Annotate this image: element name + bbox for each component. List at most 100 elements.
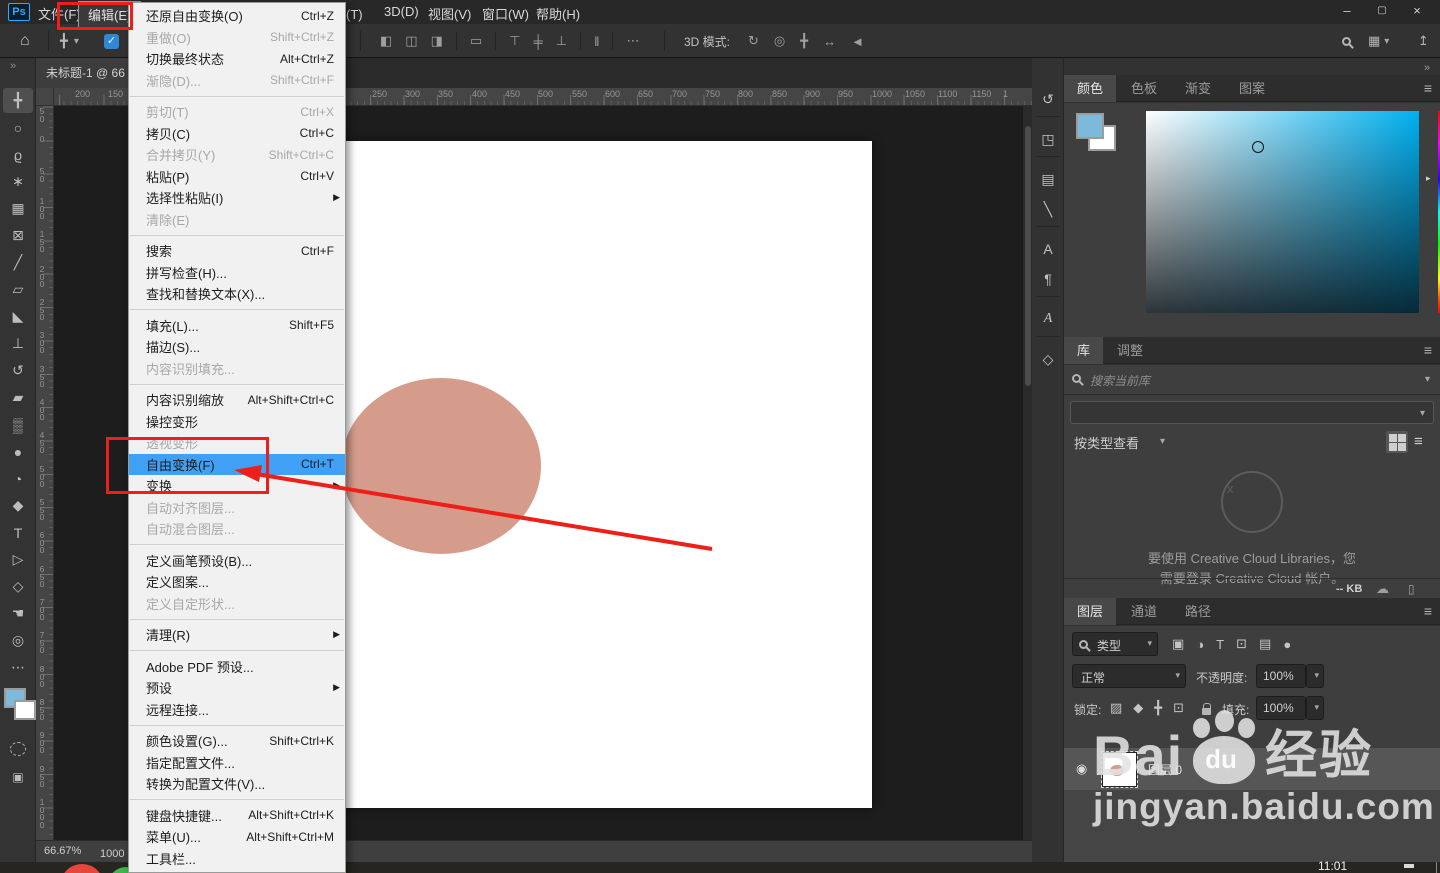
move-tool[interactable]: ╋ bbox=[3, 88, 33, 113]
menu-item-6[interactable]: 拷贝(C) Ctrl+C bbox=[129, 123, 345, 145]
share-button[interactable]: ↥ bbox=[1418, 24, 1429, 58]
cloud-sync-icon[interactable]: ☁ bbox=[1376, 581, 1389, 597]
menu-item-43[interactable]: 菜单(U)... Alt+Shift+Ctrl+M bbox=[129, 826, 345, 848]
align-top-icon[interactable]: ⊤ bbox=[509, 33, 520, 49]
menu-item-5[interactable]: 剪切(T) Ctrl+X bbox=[129, 101, 345, 123]
grid-view-icon[interactable] bbox=[1386, 431, 1408, 453]
menu-item-9[interactable]: 选择性粘贴(I) ▶ bbox=[129, 187, 345, 209]
more-options-icon[interactable]: ⋯ bbox=[626, 33, 639, 49]
menu-item-40[interactable]: 转换为配置文件(V)... bbox=[129, 773, 345, 795]
brush-tool[interactable]: ◣ bbox=[3, 304, 33, 329]
foreground-color-swatch[interactable] bbox=[1076, 113, 1104, 139]
list-view-icon[interactable]: ≡ bbox=[1414, 433, 1423, 450]
path-select-tool[interactable]: ▷ bbox=[3, 547, 33, 572]
threed-panel-icon[interactable]: ◇ bbox=[1032, 346, 1064, 372]
layers-tab-图层[interactable]: 图层 bbox=[1064, 598, 1117, 625]
scrollbar-thumb[interactable] bbox=[1025, 126, 1031, 386]
menu-item-7[interactable]: 合并拷贝(Y) Shift+Ctrl+C bbox=[129, 144, 345, 166]
layers-tab-路径[interactable]: 路径 bbox=[1172, 598, 1224, 625]
history-panel-icon[interactable]: ↺ bbox=[1032, 86, 1064, 112]
clone-stamp-tool[interactable]: ⊥ bbox=[3, 331, 33, 356]
filter-pin-icon[interactable]: ● bbox=[1283, 637, 1291, 652]
menu-item-13[interactable]: 拼写检查(H)... bbox=[129, 262, 345, 284]
opacity-dropdown-button[interactable]: ▾ bbox=[1306, 664, 1324, 688]
layers-tab-通道[interactable]: 通道 bbox=[1118, 598, 1170, 625]
menu-item-10[interactable]: 清除(E) bbox=[129, 209, 345, 231]
toolbar-expand-icon[interactable]: » bbox=[10, 60, 16, 72]
character-panel-icon[interactable]: A bbox=[1032, 236, 1064, 262]
layer-filter-type-select[interactable]: 类型 ▾ bbox=[1072, 632, 1158, 656]
tool-options-ellipsis[interactable]: ⋯ bbox=[3, 655, 33, 680]
search-button[interactable] bbox=[1342, 24, 1351, 58]
menu-item-20[interactable]: 内容识别缩放 Alt+Shift+Ctrl+C bbox=[129, 389, 345, 411]
align-left-icon[interactable]: ◧ bbox=[380, 33, 392, 49]
menu-item-3[interactable]: 渐隐(D)... Shift+Ctrl+F bbox=[129, 70, 345, 92]
filter-type-icon[interactable]: T bbox=[1216, 637, 1224, 652]
filter-adjustment-icon[interactable]: ◑ bbox=[1196, 637, 1204, 652]
align-center-icon[interactable]: ◫ bbox=[405, 33, 417, 49]
close-button[interactable]: × bbox=[1402, 0, 1432, 24]
menu-item-1[interactable]: 重做(O) Shift+Ctrl+Z bbox=[129, 27, 345, 49]
properties-panel-icon[interactable]: ◳ bbox=[1032, 126, 1064, 152]
pen-tool[interactable]: ◆ bbox=[3, 493, 33, 518]
hand-tool[interactable]: ☚ bbox=[3, 601, 33, 626]
align-bottom-icon[interactable]: ⊥ bbox=[556, 33, 567, 49]
drawn-ellipse[interactable] bbox=[341, 378, 541, 554]
drag-3d-icon[interactable]: ╋ bbox=[800, 33, 808, 49]
menu-item-21[interactable]: 操控变形 bbox=[129, 411, 345, 433]
distribute-horizontal-icon[interactable]: ▭ bbox=[470, 33, 482, 49]
marquee-tool[interactable]: ○ bbox=[3, 115, 33, 140]
menu-item-2[interactable]: 切换最终状态 Alt+Ctrl+Z bbox=[129, 48, 345, 70]
menu-item-0[interactable]: 还原自由变换(O) Ctrl+Z bbox=[129, 5, 345, 27]
quick-mask-button[interactable] bbox=[3, 736, 33, 761]
history-brush-tool[interactable]: ↺ bbox=[3, 358, 33, 383]
home-button[interactable]: ⌂ bbox=[20, 24, 30, 58]
healing-brush-tool[interactable]: ▱ bbox=[3, 277, 33, 302]
menu-item-30[interactable]: 定义自定形状... bbox=[129, 593, 345, 615]
visibility-eye-icon[interactable]: ◉ bbox=[1076, 761, 1087, 777]
panel-menu-icon[interactable]: ≡ bbox=[1424, 80, 1432, 96]
background-color-swatch[interactable] bbox=[14, 700, 36, 720]
roll-3d-icon[interactable]: ◎ bbox=[774, 33, 785, 49]
minimize-button[interactable]: – bbox=[1332, 0, 1362, 24]
menu-item-14[interactable]: 查找和替换文本(X)... bbox=[129, 283, 345, 305]
menu-help[interactable]: 帮助(H) bbox=[536, 4, 580, 23]
menu-item-25[interactable]: 自动对齐图层... bbox=[129, 497, 345, 519]
menu-item-28[interactable]: 定义画笔预设(B)... bbox=[129, 550, 345, 572]
zoom-level[interactable]: 66.67% bbox=[44, 845, 81, 857]
menu-item-12[interactable]: 搜索 Ctrl+F bbox=[129, 240, 345, 262]
align-middle-icon[interactable]: ╪ bbox=[534, 34, 543, 49]
menu-item-44[interactable]: 工具栏... bbox=[129, 848, 345, 870]
color-tab-图案[interactable]: 图案 bbox=[1226, 75, 1278, 102]
menu-item-39[interactable]: 指定配置文件... bbox=[129, 752, 345, 774]
type-tool[interactable]: T bbox=[3, 520, 33, 545]
crop-tool[interactable]: ▦ bbox=[3, 196, 33, 221]
canvas-scrollbar[interactable] bbox=[1022, 106, 1032, 840]
eraser-tool[interactable]: ▰ bbox=[3, 385, 33, 410]
menu-item-8[interactable]: 粘贴(P) Ctrl+V bbox=[129, 166, 345, 188]
panel-menu-icon[interactable]: ≡ bbox=[1424, 603, 1432, 619]
menu-window[interactable]: 窗口(W) bbox=[482, 4, 529, 23]
trash-icon[interactable]: ▯ bbox=[1408, 582, 1415, 596]
menu-item-18[interactable]: 内容识别填充... bbox=[129, 358, 345, 380]
menu-item-35[interactable]: 预设 ▶ bbox=[129, 677, 345, 699]
libraries-tab-调整[interactable]: 调整 bbox=[1104, 337, 1156, 364]
frame-tool[interactable]: ⊠ bbox=[3, 223, 33, 248]
camera-3d-icon[interactable]: ◄ bbox=[851, 34, 864, 49]
screen-mode-button[interactable]: ▣ bbox=[3, 764, 33, 789]
gradient-tool[interactable]: ▒ bbox=[3, 412, 33, 437]
library-search[interactable]: 搜索当前库 ▾ bbox=[1064, 365, 1440, 395]
blend-mode-select[interactable]: 正常 ▾ bbox=[1072, 664, 1186, 688]
magic-wand-tool[interactable]: ∗ bbox=[3, 169, 33, 194]
dodge-tool[interactable]: ◔ bbox=[3, 466, 33, 491]
libraries-tab-库[interactable]: 库 bbox=[1064, 337, 1104, 364]
brush-settings-panel-icon[interactable]: ▤ bbox=[1032, 166, 1064, 192]
library-dropdown[interactable]: ▾ bbox=[1070, 401, 1434, 424]
color-tab-渐变[interactable]: 渐变 bbox=[1172, 75, 1224, 102]
view-by-type-label[interactable]: 按类型查看 bbox=[1074, 433, 1139, 452]
color-tab-色板[interactable]: 色板 bbox=[1118, 75, 1170, 102]
lasso-tool[interactable]: ϱ bbox=[3, 142, 33, 167]
menu-item-36[interactable]: 远程连接... bbox=[129, 699, 345, 721]
filter-image-icon[interactable]: ▣ bbox=[1172, 636, 1184, 652]
filter-smart-object-icon[interactable]: ▤ bbox=[1259, 636, 1271, 652]
